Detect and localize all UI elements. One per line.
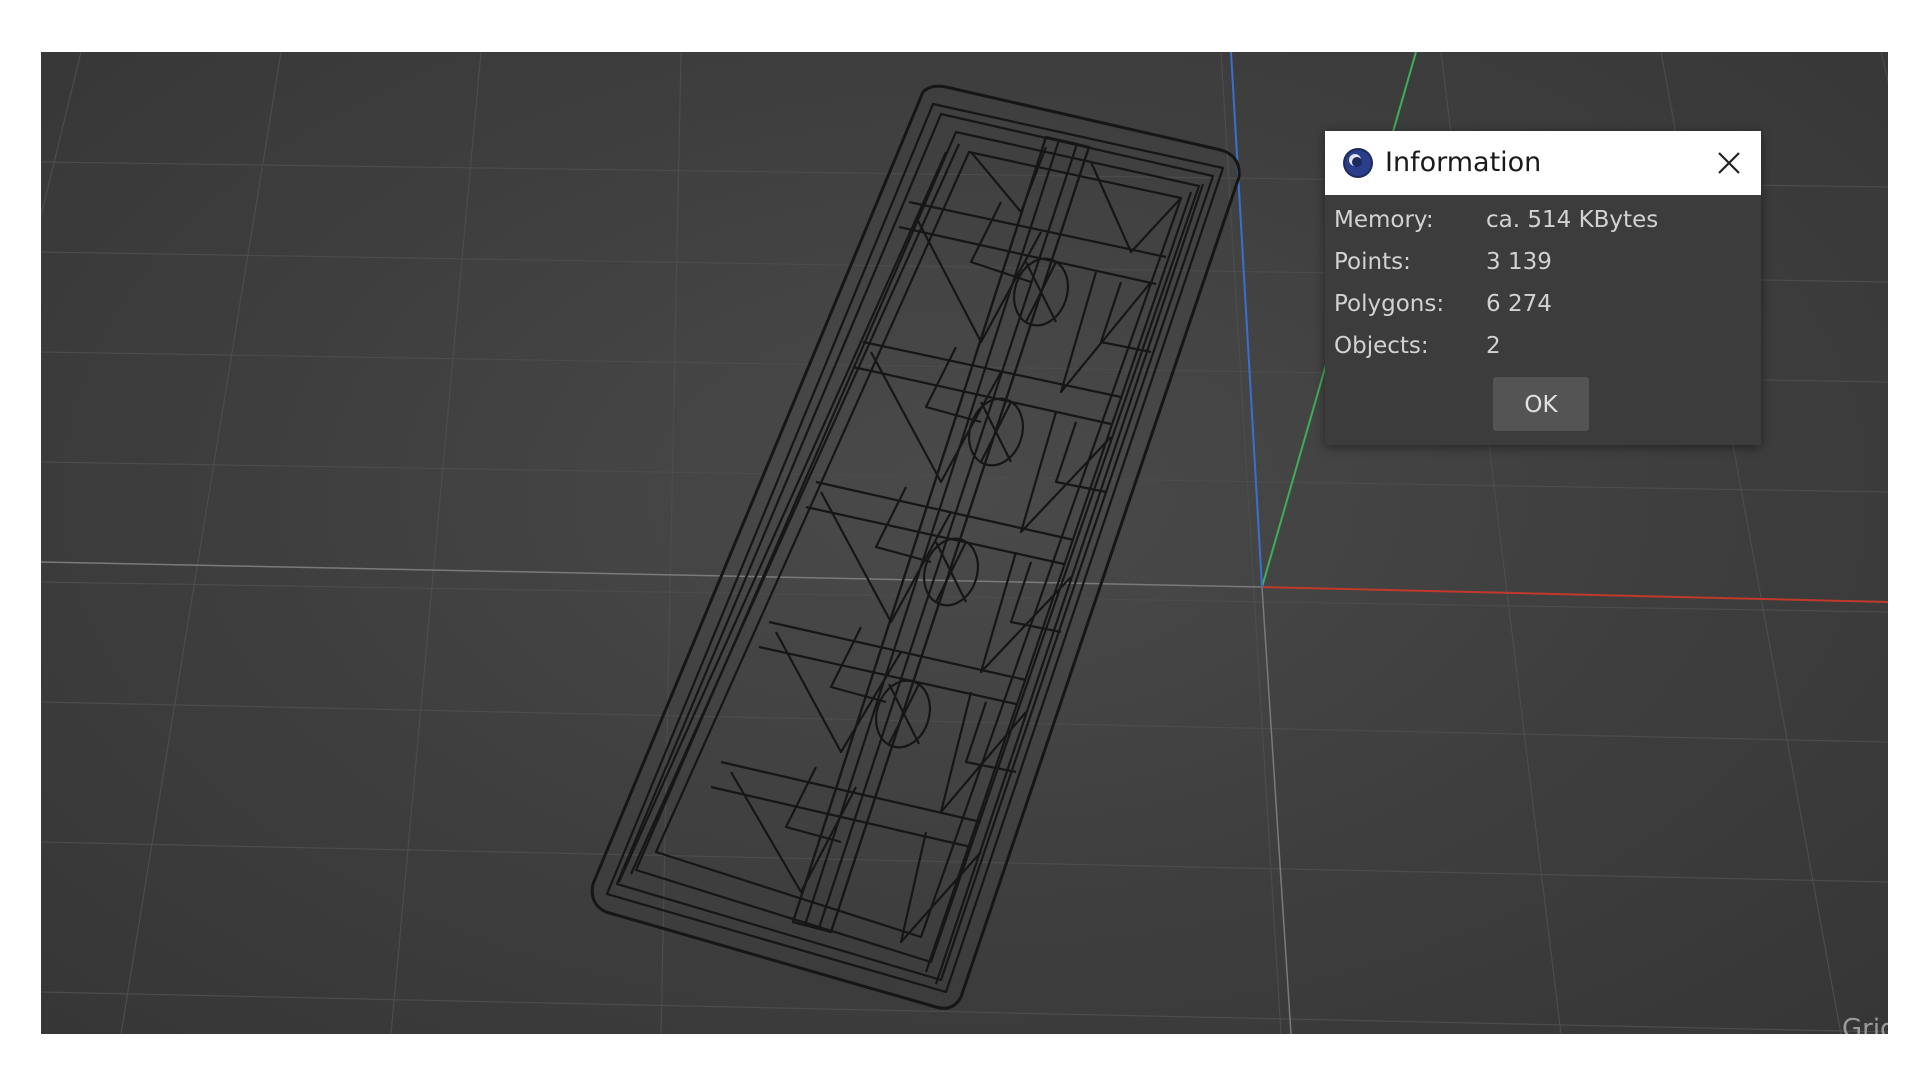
grid-label: Grid [1842,1014,1888,1034]
world-axis-x [1261,586,1888,603]
dialog-titlebar[interactable]: Information [1325,131,1761,195]
info-value: 6 274 [1486,291,1552,317]
cinema4d-logo-icon [1343,148,1373,178]
info-label: Objects: [1334,333,1429,359]
info-value: 3 139 [1486,249,1552,275]
ok-button[interactable]: OK [1493,377,1589,431]
info-value: ca. 514 KBytes [1486,207,1659,233]
info-label: Points: [1334,249,1411,275]
dialog-title: Information [1385,147,1542,178]
info-row-points: Points: 3 139 [1334,249,1754,283]
info-value: 2 [1486,333,1501,359]
info-row-objects: Objects: 2 [1334,333,1754,367]
info-row-polygons: Polygons: 6 274 [1334,291,1754,325]
info-label: Polygons: [1334,291,1445,317]
close-button[interactable] [1705,139,1753,187]
information-dialog: Information Memory: ca. 514 KBytes Point… [1325,131,1761,445]
info-label: Memory: [1334,207,1434,233]
info-row-memory: Memory: ca. 514 KBytes [1334,207,1754,241]
world-axis-z [1230,52,1263,588]
wireframe-tray-object[interactable] [590,84,1241,1010]
close-icon [1718,152,1740,174]
